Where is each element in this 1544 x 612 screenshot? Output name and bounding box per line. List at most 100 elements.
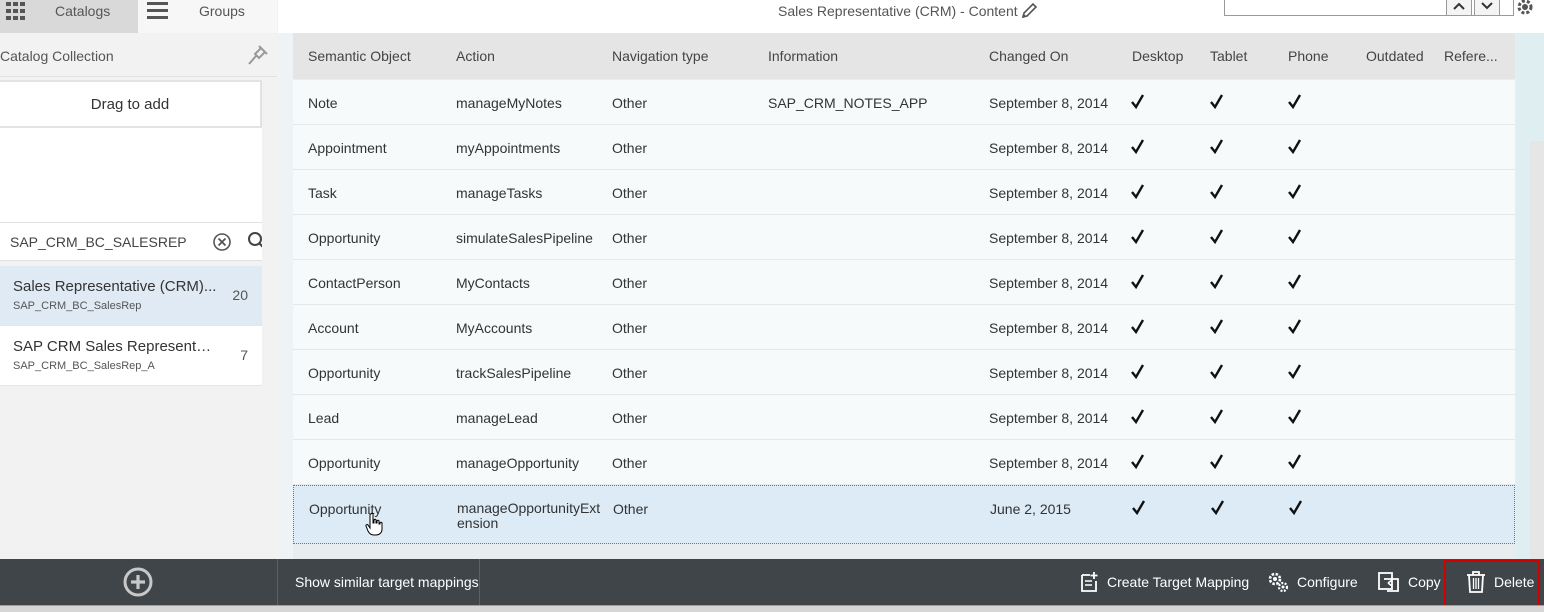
cell-changed-on: September 8, 2014 — [989, 455, 1109, 471]
col-navigation-type[interactable]: Navigation type — [612, 48, 709, 64]
catalog-id: SAP_CRM_BC_SalesRep — [13, 300, 142, 312]
left-tab-bar: Catalogs Groups — [0, 0, 277, 33]
new-document-icon — [1081, 572, 1098, 592]
content-scrollbar[interactable] — [1530, 141, 1544, 559]
page-title: Sales Representative (CRM) - Content — [778, 3, 1018, 19]
configure-label: Configure — [1297, 574, 1358, 590]
catalog-search-field[interactable]: SAP_CRM_BC_SALESREP — [0, 222, 277, 261]
col-information[interactable]: Information — [768, 48, 838, 64]
catalog-title: SAP CRM Sales Representati... — [13, 338, 218, 355]
col-tablet[interactable]: Tablet — [1210, 48, 1247, 64]
gears-icon — [1268, 572, 1289, 593]
cell-action: manageLead — [456, 410, 538, 426]
table-row[interactable]: Opportunity manageOpportunityExtension Oth… — [293, 485, 1515, 544]
collapse-up-button[interactable] — [1446, 0, 1472, 16]
col-reference[interactable]: Refere... — [1444, 48, 1498, 64]
cell-semantic-object: Opportunity — [308, 365, 381, 381]
cell-semantic-object: Task — [308, 185, 337, 201]
expand-down-button[interactable] — [1474, 0, 1500, 16]
cell-changed-on: September 8, 2014 — [989, 140, 1109, 156]
cell-action: MyAccounts — [456, 320, 533, 336]
cell-action: manageOpportunityExtension — [457, 500, 601, 531]
col-changed-on[interactable]: Changed On — [989, 48, 1068, 64]
cell-semantic-object: ContactPerson — [308, 275, 401, 291]
desktop-check-icon — [1131, 229, 1145, 249]
table-row[interactable]: Opportunity trackSalesPipeline Other Septem… — [293, 350, 1515, 395]
table-row[interactable]: Note manageMyNotes Other SAP_CRM_NOTES_APP S… — [293, 80, 1515, 125]
cell-navigation-type: Other — [613, 501, 649, 517]
pin-icon[interactable] — [247, 44, 269, 71]
create-target-mapping-button[interactable]: Create Target Mapping — [1080, 559, 1249, 605]
cell-changed-on: September 8, 2014 — [989, 410, 1109, 426]
tablet-check-icon — [1211, 500, 1225, 520]
table-row[interactable]: Appointment myAppointments Other September … — [293, 125, 1515, 170]
settings-gear-icon[interactable] — [1514, 0, 1536, 23]
desktop-check-icon — [1132, 500, 1146, 520]
catalog-search-value[interactable]: SAP_CRM_BC_SALESREP — [10, 234, 187, 250]
edit-pencil-icon[interactable] — [1020, 2, 1038, 25]
cell-changed-on: September 8, 2014 — [989, 365, 1109, 381]
col-phone[interactable]: Phone — [1288, 48, 1328, 64]
phone-check-icon — [1288, 409, 1302, 429]
table-row[interactable]: Opportunity simulateSalesPipeline Other Sep… — [293, 215, 1515, 260]
cell-navigation-type: Other — [612, 140, 648, 156]
phone-check-icon — [1288, 319, 1302, 339]
add-button[interactable] — [122, 559, 162, 605]
desktop-check-icon — [1131, 184, 1145, 204]
cell-changed-on: September 8, 2014 — [989, 275, 1109, 291]
tablet-check-icon — [1210, 184, 1224, 204]
table-row[interactable]: Lead manageLead Other September 8, 2014 — [293, 395, 1515, 440]
tablet-check-icon — [1210, 454, 1224, 474]
catalog-list-item[interactable]: SAP CRM Sales Representati... SAP_CRM_BC… — [0, 326, 262, 386]
cell-information: SAP_CRM_NOTES_APP — [768, 95, 928, 111]
footer-separator — [277, 559, 278, 605]
tab-groups[interactable]: Groups — [138, 0, 277, 33]
cell-action: trackSalesPipeline — [456, 365, 572, 381]
footer-toolbar: Show similar target mappings Create Targ… — [0, 559, 1544, 605]
cell-changed-on: June 2, 2015 — [990, 501, 1071, 517]
col-action[interactable]: Action — [456, 48, 495, 64]
cell-action: manageTasks — [456, 185, 543, 201]
desktop-check-icon — [1131, 319, 1145, 339]
table-row[interactable]: Task manageTasks Other September 8, 2014 — [293, 170, 1515, 215]
clear-search-icon[interactable] — [212, 232, 232, 257]
cell-action: manageOpportunity — [456, 455, 579, 471]
cell-semantic-object: Note — [308, 95, 338, 111]
phone-check-icon — [1289, 500, 1303, 520]
cell-navigation-type: Other — [612, 320, 648, 336]
phone-check-icon — [1288, 364, 1302, 384]
phone-check-icon — [1288, 274, 1302, 294]
show-similar-mappings-button[interactable]: Show similar target mappings — [295, 559, 479, 605]
content-left-rail — [278, 33, 293, 559]
catalog-pane: Catalog Collection Drag to add SAP_CRM_B… — [0, 33, 277, 559]
col-semantic-object[interactable]: Semantic Object — [308, 48, 411, 64]
table-row[interactable]: ContactPerson MyContacts Other September 8,… — [293, 260, 1515, 305]
copy-button[interactable]: Copy — [1378, 559, 1441, 605]
tab-groups-label: Groups — [199, 3, 245, 19]
table-row[interactable]: Account MyAccounts Other September 8, 2014 — [293, 305, 1515, 350]
table-row[interactable]: Opportunity manageOpportunity Other Septemb… — [293, 440, 1515, 485]
tablet-check-icon — [1210, 364, 1224, 384]
cell-action: manageMyNotes — [456, 95, 562, 111]
list-icon — [147, 1, 169, 24]
col-desktop[interactable]: Desktop — [1132, 48, 1183, 64]
phone-check-icon — [1288, 454, 1302, 474]
desktop-check-icon — [1131, 454, 1145, 474]
content-header: Sales Representative (CRM) - Content — [278, 0, 1544, 33]
drag-to-add-zone[interactable]: Drag to add — [0, 80, 262, 128]
cell-navigation-type: Other — [612, 185, 648, 201]
left-scrollbar[interactable] — [262, 80, 277, 559]
catalog-count: 7 — [240, 347, 248, 363]
catalog-list-item[interactable]: Sales Representative (CRM)... SAP_CRM_BC… — [0, 266, 262, 326]
tablet-check-icon — [1210, 229, 1224, 249]
tablet-check-icon — [1210, 409, 1224, 429]
cell-navigation-type: Other — [612, 275, 648, 291]
cell-action: MyContacts — [456, 275, 530, 291]
cell-changed-on: September 8, 2014 — [989, 95, 1109, 111]
col-outdated[interactable]: Outdated — [1366, 48, 1424, 64]
configure-button[interactable]: Configure — [1267, 559, 1358, 605]
tab-catalogs[interactable]: Catalogs — [0, 0, 138, 33]
cell-changed-on: September 8, 2014 — [989, 320, 1109, 336]
desktop-check-icon — [1131, 409, 1145, 429]
phone-check-icon — [1288, 229, 1302, 249]
